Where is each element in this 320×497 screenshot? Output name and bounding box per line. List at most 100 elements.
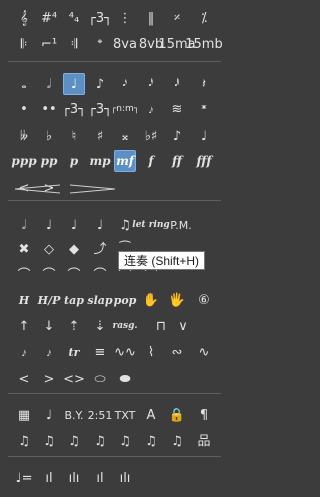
grace-on-beat-icon[interactable]: 𝆔 — [38, 341, 60, 363]
bend-icon[interactable]: ⌒ — [13, 264, 35, 286]
key-signature-sharps-icon[interactable]: #⁴ — [38, 7, 60, 29]
wah-automation-icon[interactable]: ıl — [89, 467, 111, 489]
tremolo-picking-icon[interactable]: ≡ — [89, 341, 111, 363]
lock-icon[interactable]: 🔒 — [166, 404, 188, 426]
dynamic-p-button[interactable]: p — [63, 150, 85, 172]
double-dot-icon[interactable]: •• — [38, 98, 60, 120]
double-barline-icon[interactable]: ‖ — [140, 7, 162, 29]
time-signature-4-4-icon[interactable]: ⁴₄ — [63, 7, 85, 29]
tenuto-note-icon[interactable]: ♩ — [89, 214, 111, 236]
trill-button[interactable]: tr — [63, 341, 85, 363]
pan-automation-icon[interactable]: ılı — [63, 467, 85, 489]
section-marker-icon[interactable]: A — [140, 404, 162, 426]
tuplet-custom-icon[interactable]: ┌n:m┐ — [111, 98, 139, 120]
beam-join-icon[interactable]: ♫ — [63, 430, 85, 452]
treble-clef-tab-icon[interactable]: 𝄞 — [13, 7, 35, 29]
tempo-automation-icon[interactable]: ♩= — [13, 467, 35, 489]
tremolo-icon[interactable]: ≋ — [166, 98, 188, 120]
auto-beam-icon[interactable]: ♫ — [13, 430, 35, 452]
hammer-pull-button[interactable]: H/P — [38, 289, 61, 311]
beam-feather-icon[interactable]: ♫ — [140, 430, 162, 452]
volta-bracket-icon[interactable]: ⌐¹ — [38, 33, 60, 55]
wide-vibrato-icon[interactable]: ⌇ — [140, 341, 162, 363]
beam-partial-icon[interactable]: ♫ — [89, 430, 111, 452]
coda-icon[interactable]: 𝄌 — [89, 33, 111, 55]
pick-up-icon[interactable]: ↑ — [13, 315, 35, 337]
pop-button[interactable]: pop — [114, 289, 137, 311]
natural-icon[interactable]: ♮ — [63, 125, 85, 147]
ottava-alta-button[interactable]: 8va — [113, 33, 137, 55]
fade-out-icon[interactable]: > — [38, 368, 60, 390]
repeat-end-icon[interactable]: 𝄇 — [63, 33, 85, 55]
arpeggio-up-icon[interactable]: ⇡ — [63, 315, 85, 337]
wah-open-icon[interactable]: ⬭ — [89, 368, 111, 390]
harmonic-artificial-icon[interactable]: ◆ — [63, 238, 85, 260]
ghost-note-icon[interactable]: 𝄺 — [193, 98, 215, 120]
dynamic-mf-button[interactable]: mf — [114, 150, 136, 172]
downstroke-icon[interactable]: ⊓ — [150, 315, 172, 337]
paragraph-icon[interactable]: ¶ — [193, 404, 215, 426]
pick-down-icon[interactable]: ↓ — [38, 315, 60, 337]
tap-button[interactable]: tap — [63, 289, 85, 311]
chord-grid-icon[interactable]: 品 — [193, 430, 215, 452]
arpeggio-down-icon[interactable]: ⇣ — [89, 315, 111, 337]
grace-note-icon[interactable]: 𝆔 — [140, 98, 162, 120]
inverted-turn-icon[interactable]: ∿ — [193, 341, 215, 363]
tempo-button[interactable]: 2:51 — [88, 404, 113, 426]
dynamic-pp-button[interactable]: pp — [38, 150, 60, 172]
beam-auto-2-icon[interactable]: ♫ — [166, 430, 188, 452]
left-hand-icon[interactable]: ✋ — [140, 289, 162, 311]
dead-note-icon[interactable]: ✖ — [13, 238, 35, 260]
chord-diagram-icon[interactable]: ▦ — [13, 404, 35, 426]
beam-break-icon[interactable]: ♫ — [38, 430, 60, 452]
accent-note-icon[interactable]: ♩ — [63, 214, 85, 236]
dotted-barline-icon[interactable]: ⋮ — [114, 7, 136, 29]
wah-closed-icon[interactable]: ⬬ — [114, 368, 136, 390]
sharp-flat-icon[interactable]: ♭♯ — [140, 125, 162, 147]
palm-mute-button[interactable]: P.M. — [170, 214, 192, 236]
pre-bend-release-icon[interactable]: ⌒ — [89, 264, 111, 286]
dynamic-ff-button[interactable]: ff — [166, 150, 188, 172]
chord-name-icon[interactable]: ♩ — [38, 404, 60, 426]
whole-note-icon[interactable]: 𝅝 — [13, 73, 35, 95]
triplet-icon[interactable]: ┌3┐ — [62, 98, 86, 120]
triplet-bracket-icon[interactable]: ┌3┐ — [88, 7, 112, 29]
volume-automation-icon[interactable]: ıl — [38, 467, 60, 489]
hammer-on-button[interactable]: H — [13, 289, 35, 311]
beat-text-button[interactable]: B.Y. — [63, 404, 85, 426]
dynamic-f-button[interactable]: f — [140, 150, 162, 172]
let-ring-button[interactable]: let ring — [132, 214, 169, 236]
dynamic-fff-button[interactable]: fff — [193, 150, 215, 172]
double-sharp-icon[interactable]: 𝄪 — [114, 125, 136, 147]
repeat-start-icon[interactable]: 𝄆 — [13, 33, 35, 55]
let-ring-note-icon[interactable]: 𝅗𝅥 — [13, 214, 35, 236]
sharp-icon[interactable]: ♯ — [89, 125, 111, 147]
upstroke-icon[interactable]: ∨ — [172, 315, 194, 337]
dot-icon[interactable]: • — [13, 98, 35, 120]
half-note-icon[interactable]: 𝅗𝅥 — [38, 73, 60, 95]
dynamic-mp-button[interactable]: mp — [89, 150, 111, 172]
bend-release-icon[interactable]: ⌒ — [38, 264, 60, 286]
quindicesima-bassa-button[interactable]: 15mb — [185, 33, 222, 55]
quarter-note-stem-icon[interactable]: ♩ — [193, 125, 215, 147]
pre-bend-icon[interactable]: ⌒ — [63, 264, 85, 286]
slide-up-icon[interactable]: ⤴ — [89, 238, 111, 260]
flat-icon[interactable]: ♭ — [38, 125, 60, 147]
quarter-note-icon[interactable]: ♩ — [63, 73, 85, 95]
thirty-second-note-icon[interactable]: 𝅘𝅥𝅰 — [140, 73, 162, 95]
repeat-measure-icon[interactable]: 𝄎 — [166, 7, 188, 29]
turn-icon[interactable]: ∾ — [166, 341, 188, 363]
eighth-note-stem-icon[interactable]: ♪ — [166, 125, 188, 147]
double-repeat-measure-icon[interactable]: ⁒ — [193, 7, 215, 29]
text-button[interactable]: TXT — [114, 404, 136, 426]
dynamic-ppp-button[interactable]: ppp — [11, 150, 36, 172]
vibrato-icon[interactable]: ∿∿ — [114, 341, 136, 363]
volume-swell-icon[interactable]: <> — [63, 368, 85, 390]
rasgueado-button[interactable]: rasg. — [112, 315, 137, 337]
quarter-rest-icon[interactable]: 𝄽 — [193, 73, 215, 95]
sixteenth-note-icon[interactable]: 𝅘𝅥𝅯 — [114, 73, 136, 95]
eighth-note-icon[interactable]: ♪ — [89, 73, 111, 95]
beam-free-icon[interactable]: ♫ — [114, 430, 136, 452]
sixty-fourth-note-icon[interactable]: 𝅘𝅥𝅱 — [166, 73, 188, 95]
string-number-icon[interactable]: ⑥ — [193, 289, 215, 311]
